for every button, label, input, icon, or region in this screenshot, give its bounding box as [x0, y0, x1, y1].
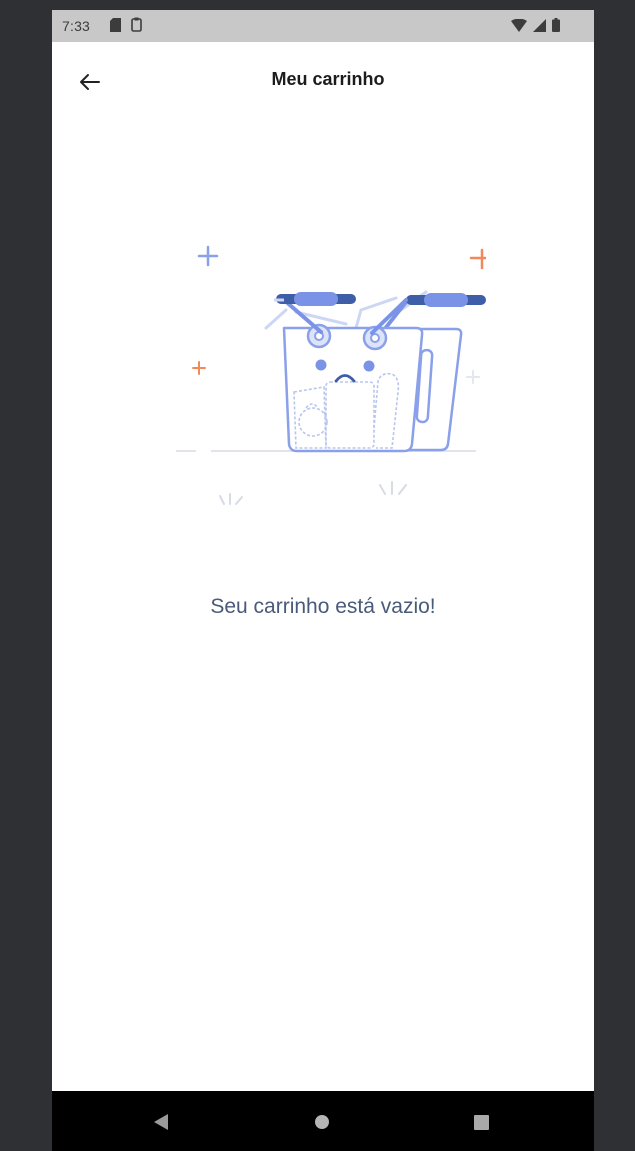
- clipboard-icon: [131, 17, 142, 32]
- nav-recents-button[interactable]: [468, 1109, 494, 1135]
- status-left-icons: [110, 17, 142, 32]
- battery-icon: [552, 18, 560, 32]
- empty-basket-illustration: [166, 232, 491, 512]
- app-bar: Meu carrinho: [52, 42, 594, 118]
- plus-sparkle-icon: [197, 245, 219, 267]
- page-title: Meu carrinho: [271, 69, 385, 89]
- system-nav-bar: [52, 1091, 594, 1151]
- left-eye: [315, 359, 327, 371]
- sd-card-icon: [110, 17, 121, 32]
- left-basket: [264, 292, 424, 453]
- home-circle-icon: [315, 1115, 329, 1129]
- nav-home-button[interactable]: [309, 1109, 335, 1135]
- recents-square-icon: [473, 1114, 489, 1130]
- status-right-icons: [511, 18, 560, 32]
- status-time: 7:33: [62, 18, 91, 34]
- status-bar: 7:33: [52, 10, 594, 42]
- nav-back-button[interactable]: [148, 1109, 174, 1135]
- back-triangle-icon: [154, 1114, 168, 1130]
- wifi-icon: [511, 18, 527, 32]
- signal-icon: [533, 18, 546, 32]
- empty-cart-message: Seu carrinho está vazio!: [210, 595, 436, 618]
- plus-sparkle-icon: [192, 361, 206, 375]
- right-eye: [363, 360, 375, 372]
- plus-sparkle-icon: [466, 370, 480, 384]
- plus-sparkle-icon: [469, 248, 491, 270]
- phone-screen: 7:33 Meu carrinho Seu carrinho está vazi…: [52, 10, 594, 1151]
